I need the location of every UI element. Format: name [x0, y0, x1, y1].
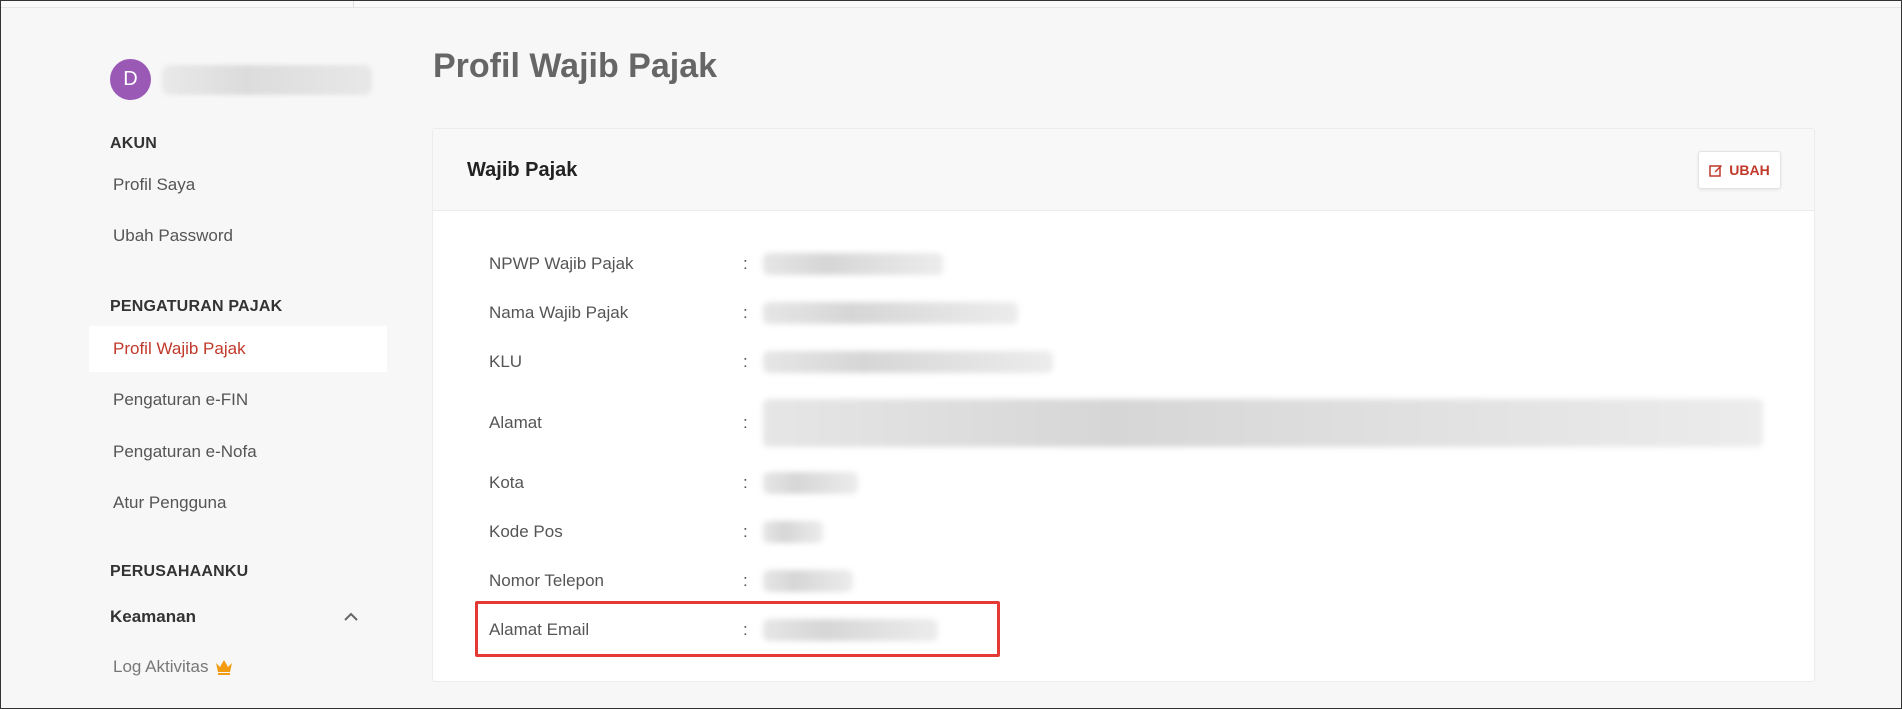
sidebar-item-label: Log Aktivitas — [113, 657, 209, 676]
field-row-klu: KLU : — [489, 347, 1053, 377]
field-label: KLU — [489, 352, 523, 371]
edit-button[interactable]: UBAH — [1698, 151, 1781, 189]
field-value-redacted — [763, 351, 1053, 373]
sidebar-item-log-aktivitas[interactable]: Log Aktivitas — [113, 655, 234, 679]
sidebar-item-profil-saya[interactable]: Profil Saya — [89, 162, 387, 208]
field-value-redacted — [763, 253, 943, 275]
sidebar-group-label: Keamanan — [110, 607, 196, 626]
field-value-redacted — [763, 619, 938, 641]
card-title: Wajib Pajak — [467, 159, 578, 181]
field-value-redacted — [763, 570, 853, 592]
field-value-redacted — [763, 472, 858, 494]
field-label: Nama Wajib Pajak — [489, 303, 629, 322]
section-title-akun: AKUN — [110, 135, 158, 152]
sidebar-item-pengaturan-e-nofa[interactable]: Pengaturan e-Nofa — [89, 429, 387, 475]
field-separator: : — [743, 352, 748, 371]
sidebar-group-keamanan[interactable]: Keamanan — [110, 605, 360, 629]
field-value-redacted — [763, 302, 1018, 324]
chevron-up-icon[interactable] — [342, 608, 360, 626]
field-row-npwp: NPWP Wajib Pajak : — [489, 249, 943, 279]
sidebar-item-ubah-password[interactable]: Ubah Password — [89, 213, 387, 259]
field-value-redacted — [763, 399, 1763, 447]
sidebar-item-profil-wajib-pajak[interactable]: Profil Wajib Pajak — [89, 326, 387, 372]
field-separator: : — [743, 413, 748, 432]
user-name-redacted — [162, 65, 372, 95]
field-label: Kode Pos — [489, 522, 563, 541]
field-separator: : — [743, 473, 748, 492]
field-label: Nomor Telepon — [489, 571, 604, 590]
edit-icon — [1709, 165, 1723, 177]
field-separator: : — [743, 522, 748, 541]
field-separator: : — [743, 303, 748, 322]
app-window: D AKUN Profil Saya Ubah Password PENGATU… — [0, 0, 1902, 709]
field-label: Alamat Email — [489, 620, 590, 639]
field-label: NPWP Wajib Pajak — [489, 254, 634, 273]
field-separator: : — [743, 571, 748, 590]
card-header: Wajib Pajak UBAH — [433, 129, 1814, 211]
sidebar: D AKUN Profil Saya Ubah Password PENGATU… — [1, 1, 391, 709]
field-value-redacted — [763, 521, 823, 543]
field-row-nama: Nama Wajib Pajak : — [489, 298, 1018, 328]
page-title: Profil Wajib Pajak — [433, 47, 718, 85]
section-title-pengaturan-pajak: PENGATURAN PAJAK — [110, 298, 283, 315]
field-row-alamat-email: Alamat Email : — [489, 615, 938, 645]
crown-icon — [216, 660, 233, 675]
field-separator: : — [743, 254, 748, 273]
sidebar-item-atur-pengguna[interactable]: Atur Pengguna — [89, 480, 387, 526]
field-row-alamat: Alamat : — [489, 391, 1763, 455]
field-row-nomor-telepon: Nomor Telepon : — [489, 566, 853, 596]
field-label: Kota — [489, 473, 524, 492]
sidebar-item-pengaturan-e-fin[interactable]: Pengaturan e-FIN — [89, 377, 387, 423]
field-row-kota: Kota : — [489, 468, 858, 498]
field-row-kode-pos: Kode Pos : — [489, 517, 823, 547]
field-label: Alamat — [489, 413, 542, 432]
edit-button-label: UBAH — [1729, 162, 1770, 178]
section-title-perusahaanku: PERUSAHAANKU — [110, 563, 249, 580]
avatar[interactable]: D — [110, 59, 151, 100]
wajib-pajak-card: Wajib Pajak UBAH NPWP Wajib Pajak : Nama… — [432, 128, 1815, 682]
field-separator: : — [743, 620, 748, 639]
